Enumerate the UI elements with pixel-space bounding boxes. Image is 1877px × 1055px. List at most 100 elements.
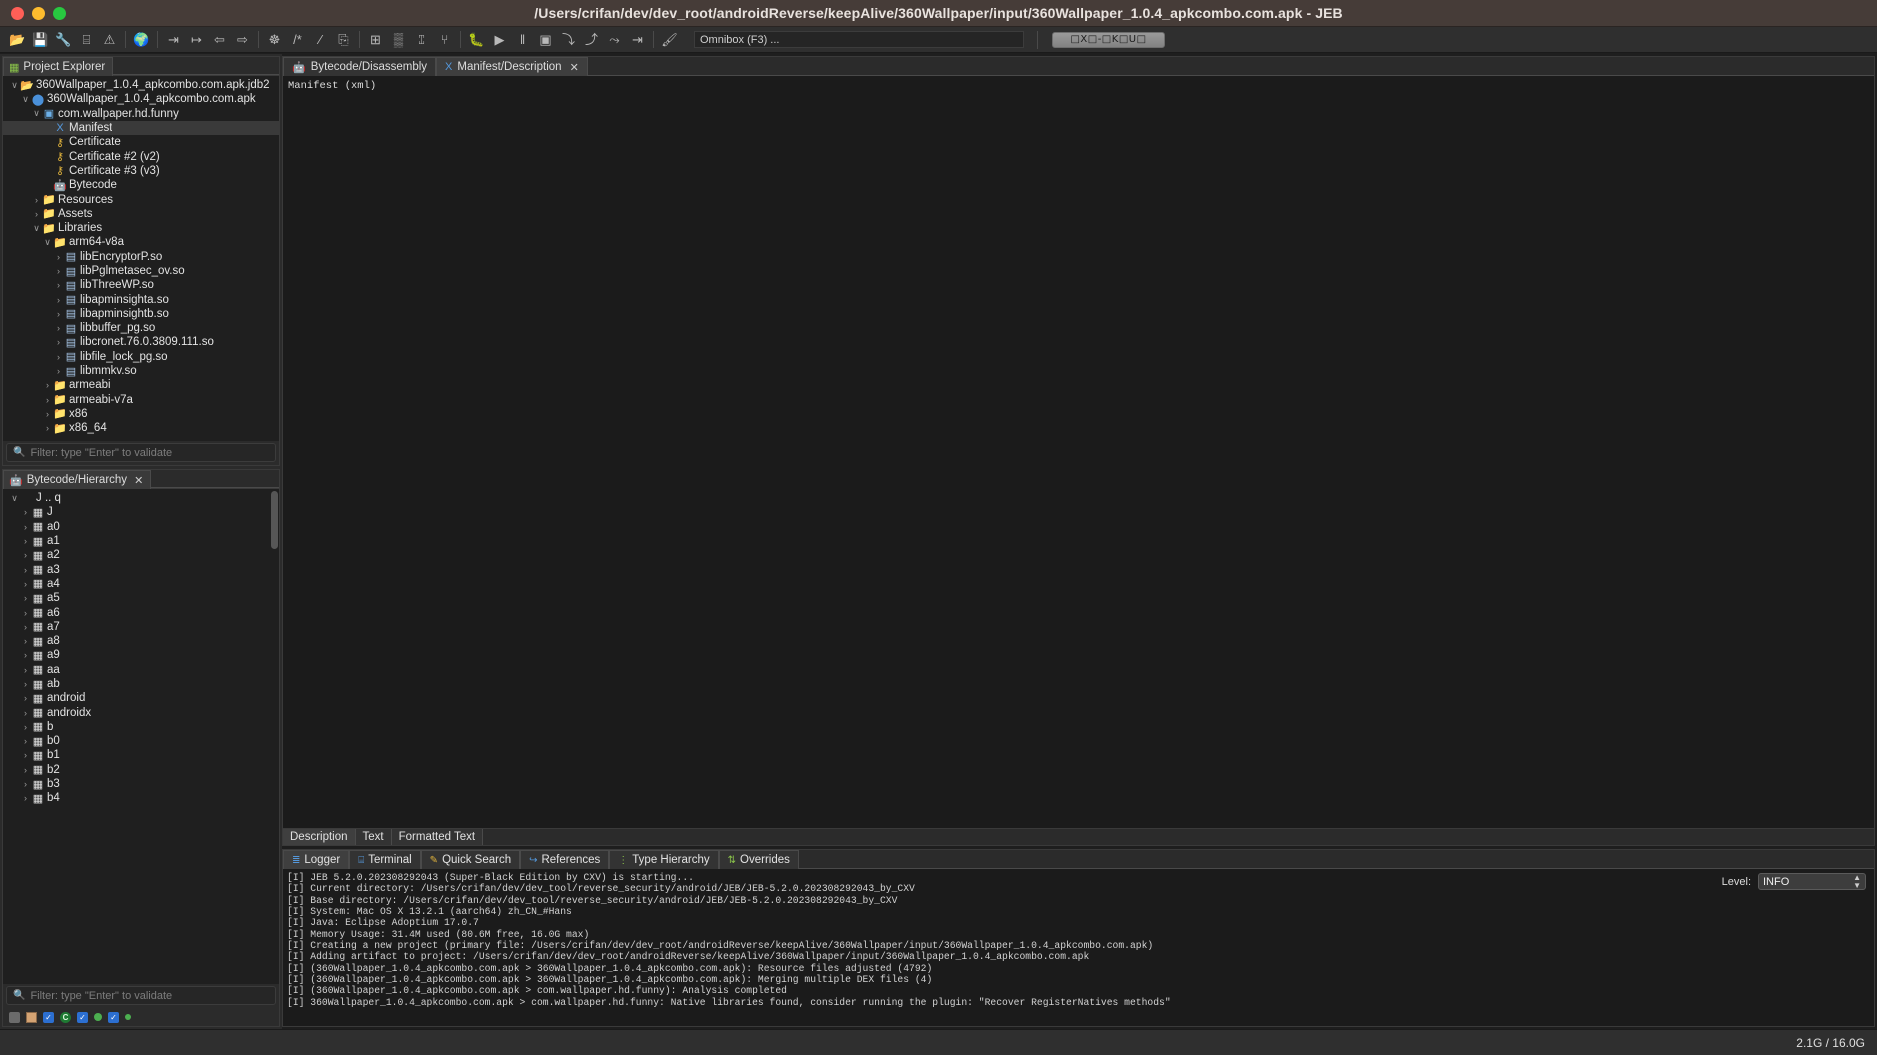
- project-node-row[interactable]: › 📁 x86_64: [3, 421, 279, 435]
- chevron-down-icon[interactable]: ∨: [9, 80, 20, 91]
- chevron-right-icon[interactable]: ›: [20, 507, 31, 517]
- hierarchy-node-row[interactable]: › ▦ android: [3, 691, 279, 705]
- globe-icon[interactable]: 🌍: [130, 29, 153, 51]
- step-into-icon[interactable]: ⤵: [557, 29, 580, 51]
- chevron-down-icon[interactable]: ∨: [20, 94, 31, 105]
- chevron-right-icon[interactable]: ›: [20, 665, 31, 675]
- chevron-down-icon[interactable]: ∨: [9, 493, 20, 504]
- project-node-row[interactable]: › ▤ libcronet.76.0.3809.111.so: [3, 335, 279, 349]
- window-controls[interactable]: [0, 6, 66, 20]
- table-icon[interactable]: ⊞: [364, 29, 387, 51]
- callgraph-icon[interactable]: ⑂: [433, 29, 456, 51]
- pause-icon[interactable]: ‖: [511, 29, 534, 51]
- logger-tab-references[interactable]: ↪ References: [520, 850, 610, 869]
- navigate-forward-icon[interactable]: ⇨: [231, 29, 254, 51]
- editor-bottom-tab-text[interactable]: Text: [355, 829, 392, 845]
- chevron-right-icon[interactable]: ›: [42, 380, 53, 390]
- chevron-right-icon[interactable]: ›: [20, 650, 31, 660]
- open-folder-icon[interactable]: 📂: [6, 29, 29, 51]
- logger-tab-logger[interactable]: ≣ Logger: [283, 850, 350, 869]
- chevron-down-icon[interactable]: ∨: [31, 223, 42, 234]
- project-node-row[interactable]: › 📁 armeabi-v7a: [3, 393, 279, 407]
- project-node-row[interactable]: › 📁 Resources: [3, 192, 279, 207]
- chevron-right-icon[interactable]: ›: [20, 765, 31, 775]
- minimize-window-button[interactable]: [32, 6, 45, 20]
- stop-icon[interactable]: ▣: [534, 29, 557, 51]
- chevron-right-icon[interactable]: ›: [20, 708, 31, 718]
- print-icon[interactable]: ⌸: [75, 29, 98, 51]
- project-node-row[interactable]: ⚷ Certificate #3 (v3): [3, 164, 279, 178]
- chevron-right-icon[interactable]: ›: [53, 323, 64, 333]
- hierarchy-node-row[interactable]: › ▦ b4: [3, 791, 279, 805]
- chevron-right-icon[interactable]: ›: [20, 536, 31, 546]
- logger-tab-overrides[interactable]: ⇅ Overrides: [718, 850, 799, 869]
- hierarchy-node-row[interactable]: › ▦ a1: [3, 534, 279, 548]
- editor-bottom-tab-description[interactable]: Description: [283, 829, 356, 845]
- step-out-icon[interactable]: ⤳: [603, 29, 626, 51]
- project-node-row[interactable]: › ▤ libPglmetasec_ov.so: [3, 264, 279, 278]
- project-explorer-tree[interactable]: ∨ 📂 360Wallpaper_1.0.4_apkcombo.com.apk.jd…: [3, 76, 279, 441]
- chevron-right-icon[interactable]: ›: [42, 423, 53, 433]
- project-node-row[interactable]: › ▤ libThreeWP.so: [3, 278, 279, 292]
- hierarchy-node-row[interactable]: › ▦ a8: [3, 634, 279, 648]
- close-icon[interactable]: ✕: [570, 61, 579, 74]
- project-node-row[interactable]: › 📁 armeabi: [3, 378, 279, 392]
- project-node-row[interactable]: › ▤ libmmkv.so: [3, 364, 279, 378]
- hierarchy-node-row[interactable]: › ▦ ab: [3, 677, 279, 691]
- omnibox-input[interactable]: Omnibox (F3) ...: [694, 31, 1024, 48]
- chevron-right-icon[interactable]: ›: [20, 579, 31, 589]
- rename-icon[interactable]: ∕: [309, 29, 332, 51]
- show-fields-checkbox[interactable]: ✓: [108, 1011, 119, 1023]
- chevron-right-icon[interactable]: ›: [20, 636, 31, 646]
- hierarchy-node-row[interactable]: › ▦ a9: [3, 648, 279, 662]
- hierarchy-node-row[interactable]: › ▦ aa: [3, 663, 279, 677]
- package-grid-icon[interactable]: [26, 1011, 37, 1023]
- logger-output[interactable]: [I] JEB 5.2.0.202308292043 (Super-Black …: [283, 869, 1874, 1026]
- hierarchy-node-row[interactable]: ∨ J .. q: [3, 491, 279, 505]
- chevron-right-icon[interactable]: ›: [20, 593, 31, 603]
- project-node-row[interactable]: ∨ ⬤ 360Wallpaper_1.0.4_apkcombo.com.apk: [3, 92, 279, 106]
- hierarchy-node-row[interactable]: › ▦ b2: [3, 763, 279, 777]
- hierarchy-node-row[interactable]: › ▦ a2: [3, 548, 279, 562]
- editor-tab-bytecode-disassembly[interactable]: 🤖 Bytecode/Disassembly: [283, 57, 437, 76]
- chevron-right-icon[interactable]: ›: [53, 280, 64, 290]
- chevron-right-icon[interactable]: ›: [20, 779, 31, 789]
- project-node-row[interactable]: › ▤ libEncryptorP.so: [3, 250, 279, 264]
- show-methods-checkbox[interactable]: ✓: [77, 1011, 88, 1023]
- chevron-right-icon[interactable]: ›: [20, 679, 31, 689]
- hierarchy-node-row[interactable]: › ▦ a5: [3, 591, 279, 605]
- chevron-right-icon[interactable]: ›: [42, 409, 53, 419]
- hierarchy-icon[interactable]: ⑄: [410, 29, 433, 51]
- goto-offset-icon[interactable]: ↦: [185, 29, 208, 51]
- maximize-window-button[interactable]: [53, 6, 66, 20]
- project-node-row[interactable]: ∨ 📂 360Wallpaper_1.0.4_apkcombo.com.apk.jd…: [3, 78, 279, 92]
- chevron-right-icon[interactable]: ›: [53, 295, 64, 305]
- logger-tab-terminal[interactable]: ⌸ Terminal: [349, 850, 421, 869]
- decompile-icon[interactable]: ▒: [387, 29, 410, 51]
- editor-bottom-tab-formatted-text[interactable]: Formatted Text: [391, 829, 484, 845]
- chevron-right-icon[interactable]: ›: [42, 395, 53, 405]
- project-node-row[interactable]: 🤖 Bytecode: [3, 178, 279, 192]
- chevron-right-icon[interactable]: ›: [53, 309, 64, 319]
- hierarchy-tree[interactable]: ∨ J .. q › ▦ J › ▦ a0 › ▦ a1 › ▦ a2 › ▦ a3 › ▦ a4 › ▦ a5 › ▦ a6 › ▦…: [3, 489, 279, 984]
- chevron-down-icon[interactable]: ∨: [42, 237, 53, 248]
- chevron-right-icon[interactable]: ›: [20, 565, 31, 575]
- close-window-button[interactable]: [11, 6, 24, 20]
- project-node-row[interactable]: › ▤ libapminsightb.so: [3, 307, 279, 321]
- project-node-row[interactable]: ⚷ Certificate #2 (v2): [3, 149, 279, 164]
- chevron-right-icon[interactable]: ›: [20, 522, 31, 532]
- wrench-icon[interactable]: 🔧: [52, 29, 75, 51]
- run-to-cursor-icon[interactable]: ⇥: [626, 29, 649, 51]
- project-node-row[interactable]: › ▤ libapminsighta.so: [3, 292, 279, 307]
- project-node-row[interactable]: › 📁 Assets: [3, 207, 279, 221]
- chevron-right-icon[interactable]: ›: [20, 750, 31, 760]
- chevron-right-icon[interactable]: ›: [53, 366, 64, 376]
- save-icon[interactable]: 💾: [29, 29, 52, 51]
- chevron-right-icon[interactable]: ›: [20, 722, 31, 732]
- chevron-right-icon[interactable]: ›: [31, 195, 42, 205]
- hierarchy-node-row[interactable]: › ▦ a4: [3, 577, 279, 591]
- export-icon[interactable]: ⎘: [332, 29, 355, 51]
- chevron-right-icon[interactable]: ›: [20, 736, 31, 746]
- step-over-icon[interactable]: ⤴: [580, 29, 603, 51]
- chevron-right-icon[interactable]: ›: [53, 266, 64, 276]
